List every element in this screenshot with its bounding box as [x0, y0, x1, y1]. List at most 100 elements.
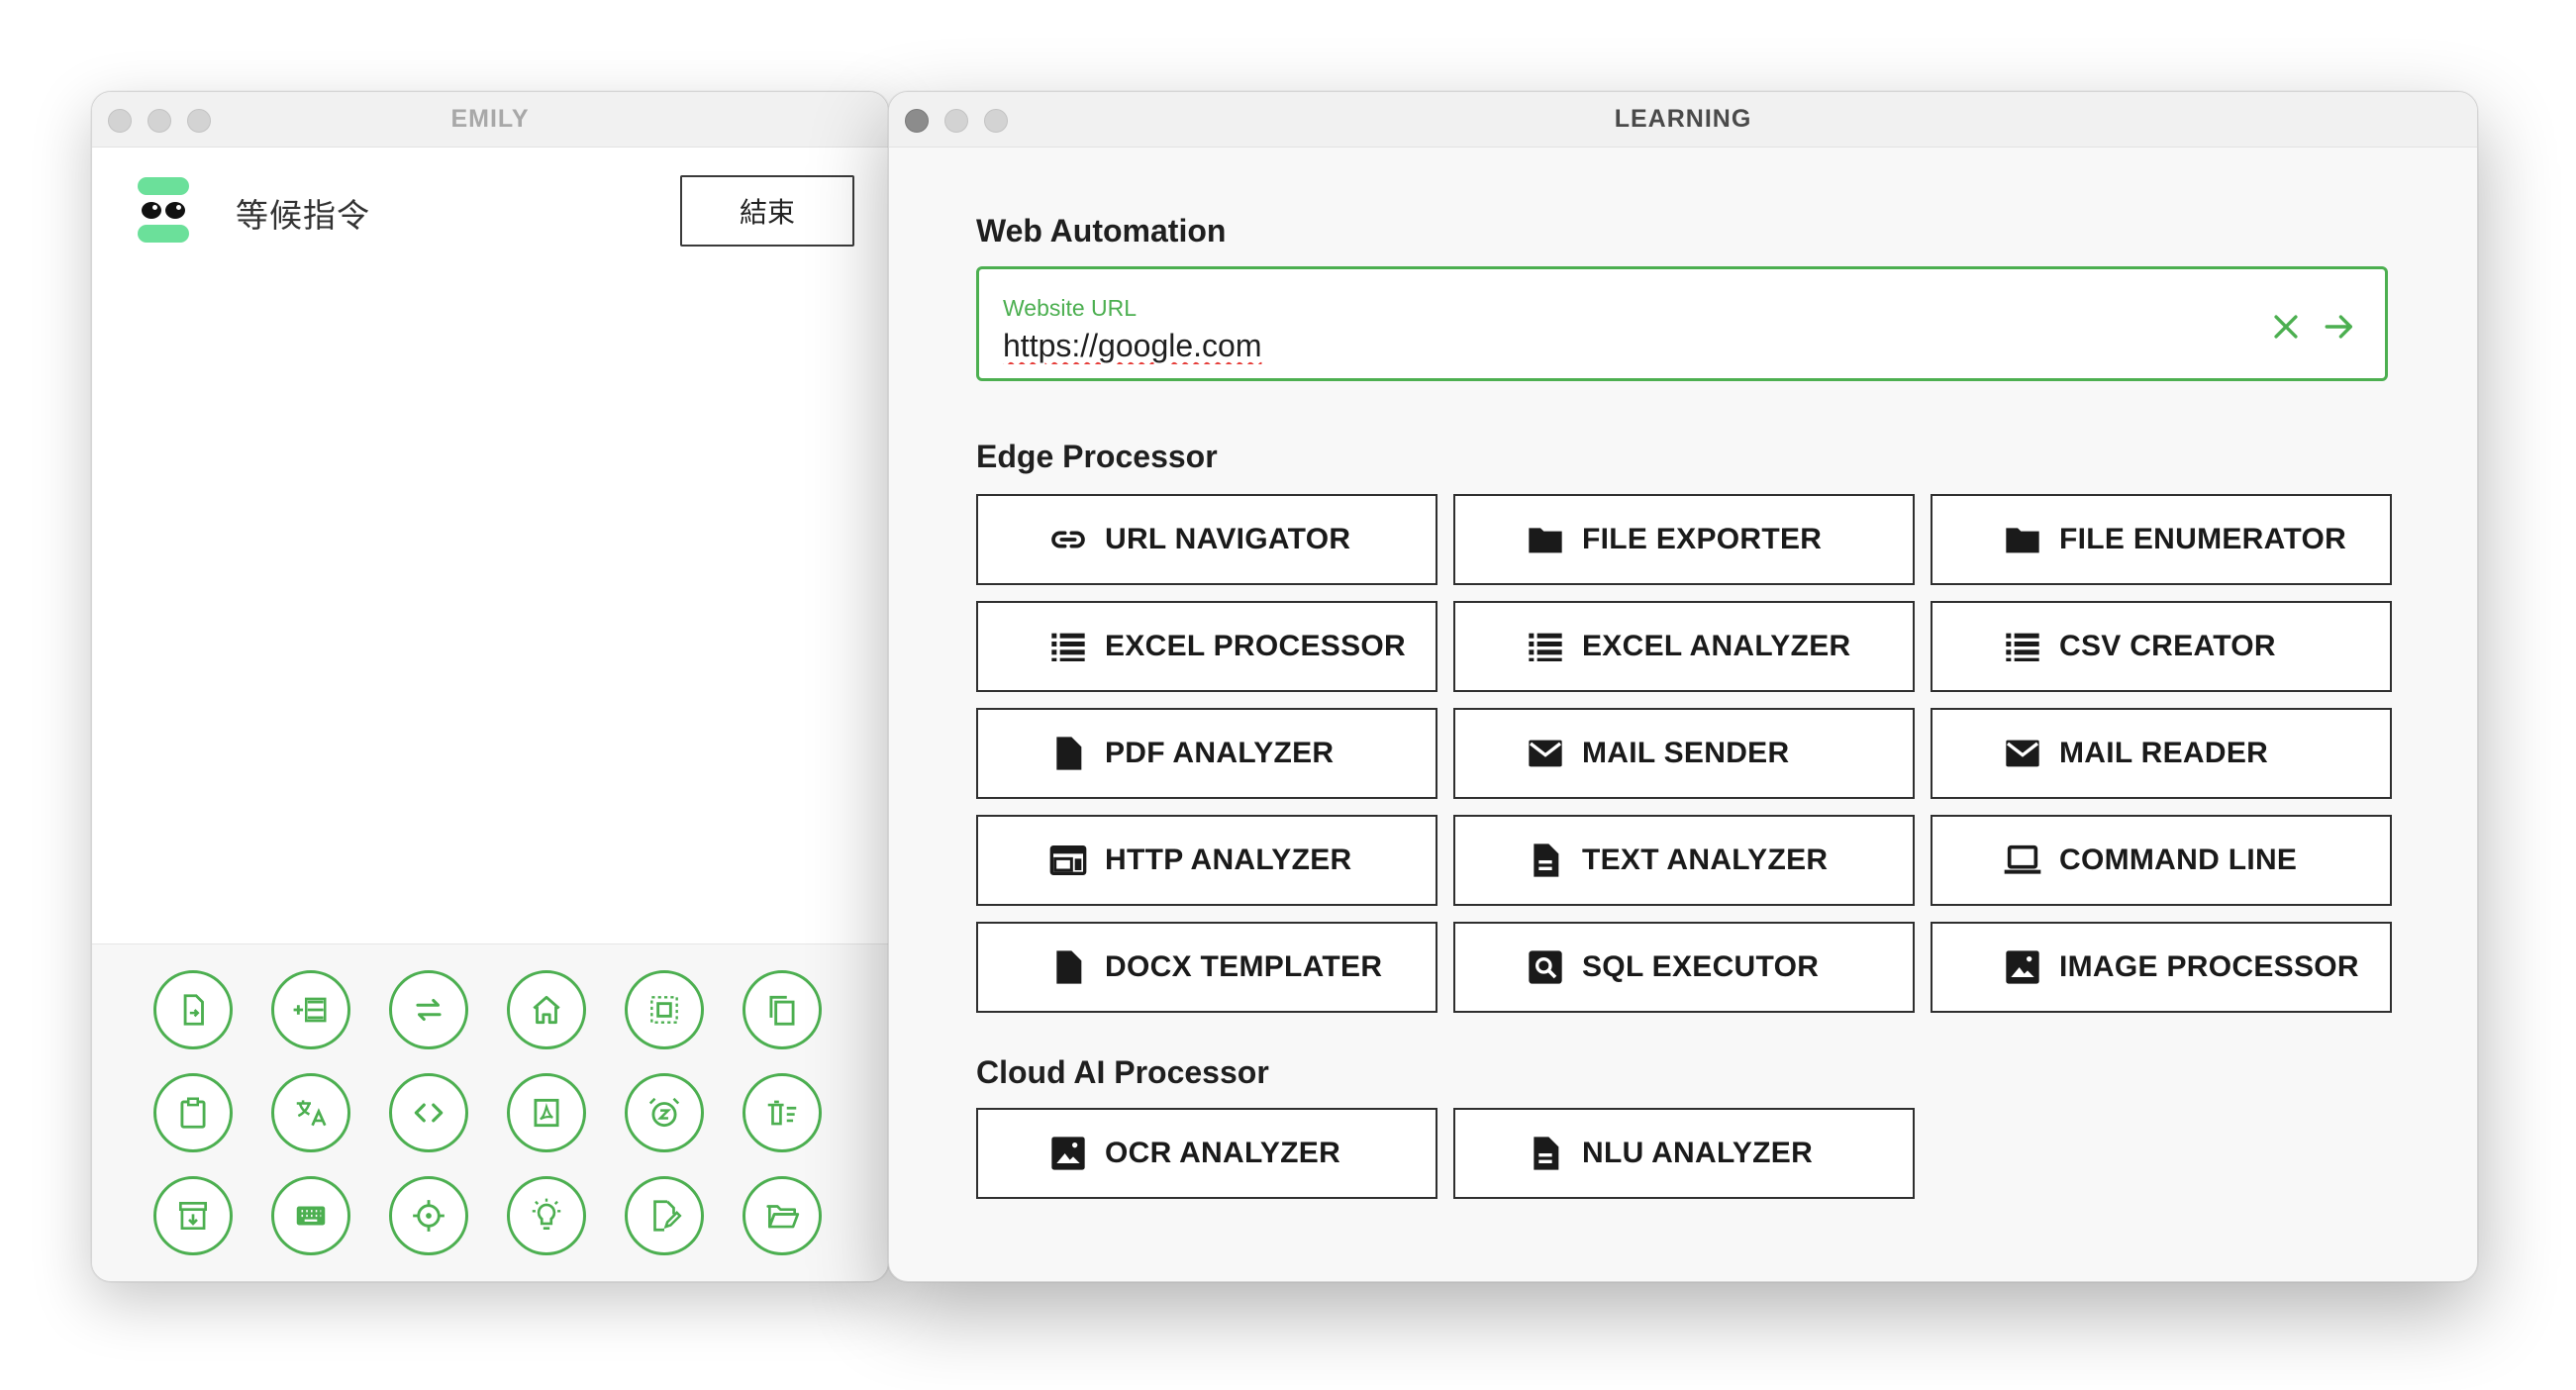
document-text-icon	[1525, 1133, 1566, 1174]
pdf-tool-button[interactable]	[507, 1073, 586, 1152]
delete-sweep-icon	[763, 1094, 801, 1132]
zoom-window-button[interactable]	[187, 109, 211, 133]
command-line-button[interactable]: COMMAND LINE	[1931, 815, 2392, 906]
folder-icon	[1525, 519, 1566, 560]
minimize-window-button[interactable]	[944, 109, 968, 133]
status-text: 等候指令	[236, 196, 370, 235]
button-label: EXCEL PROCESSOR	[1105, 630, 1407, 662]
button-label: OCR ANALYZER	[1105, 1137, 1341, 1169]
docx-templater-button[interactable]: DOCX TEMPLATER	[976, 922, 1437, 1013]
folder-icon	[2002, 519, 2043, 560]
clear-icon[interactable]	[2266, 307, 2306, 347]
arrow-right-icon[interactable]	[2320, 307, 2359, 347]
button-label: HTTP ANALYZER	[1105, 844, 1352, 876]
image-processor-button[interactable]: IMAGE PROCESSOR	[1931, 922, 2392, 1013]
button-label: IMAGE PROCESSOR	[2059, 950, 2359, 983]
learning-window: LEARNING Web Automation Website URL Edge…	[888, 91, 2478, 1282]
minimize-window-button[interactable]	[148, 109, 171, 133]
crosshair-icon	[410, 1197, 447, 1235]
ocr-analyzer-button[interactable]: OCR ANALYZER	[976, 1108, 1437, 1199]
url-navigator-button[interactable]: URL NAVIGATOR	[976, 494, 1437, 585]
excel-analyzer-button[interactable]: EXCEL ANALYZER	[1453, 601, 1915, 692]
search-box-icon	[1525, 946, 1566, 988]
emily-titlebar[interactable]: EMILY	[92, 92, 888, 148]
web-icon	[1047, 840, 1089, 881]
code-tool-button[interactable]	[389, 1073, 468, 1152]
excel-processor-button[interactable]: EXCEL PROCESSOR	[976, 601, 1437, 692]
button-label: EXCEL ANALYZER	[1582, 630, 1851, 662]
file-exporter-button[interactable]: FILE EXPORTER	[1453, 494, 1915, 585]
crosshair-tool-button[interactable]	[389, 1176, 468, 1255]
snooze-alarm-icon	[645, 1094, 683, 1132]
select-all-tool-button[interactable]	[625, 970, 704, 1049]
copy-icon	[763, 991, 801, 1029]
translate-icon	[292, 1094, 330, 1132]
list-add-tool-button[interactable]	[271, 970, 350, 1049]
website-url-field[interactable]: Website URL	[976, 266, 2388, 381]
delete-sweep-tool-button[interactable]	[743, 1073, 822, 1152]
cloud-ai-processor-heading: Cloud AI Processor	[976, 1054, 1269, 1090]
home-icon	[528, 991, 565, 1029]
website-url-input[interactable]	[1003, 325, 2191, 366]
window-title: EMILY	[450, 105, 530, 133]
window-title: LEARNING	[1614, 105, 1752, 133]
translate-tool-button[interactable]	[271, 1073, 350, 1152]
list-icon	[1047, 626, 1089, 667]
mail-sender-button[interactable]: MAIL SENDER	[1453, 708, 1915, 799]
clipboard-tool-button[interactable]	[153, 1073, 233, 1152]
csv-creator-button[interactable]: CSV CREATOR	[1931, 601, 2392, 692]
button-label: NLU ANALYZER	[1582, 1137, 1814, 1169]
end-button[interactable]: 結束	[680, 175, 854, 247]
button-label: PDF ANALYZER	[1105, 737, 1335, 769]
snooze-alarm-tool-button[interactable]	[625, 1073, 704, 1152]
http-analyzer-button[interactable]: HTTP ANALYZER	[976, 815, 1437, 906]
mail-reader-button[interactable]: MAIL READER	[1931, 708, 2392, 799]
emily-logo	[138, 177, 189, 243]
edit-document-tool-button[interactable]	[625, 1176, 704, 1255]
emily-window: EMILY 等候指令 結束	[91, 91, 889, 1282]
button-label: DOCX TEMPLATER	[1105, 950, 1383, 983]
button-label: MAIL READER	[2059, 737, 2269, 769]
home-tool-button[interactable]	[507, 970, 586, 1049]
tool-dock-grid	[153, 970, 822, 1255]
archive-icon	[174, 1197, 212, 1235]
button-label: FILE EXPORTER	[1582, 523, 1823, 555]
tool-dock	[92, 943, 888, 1281]
close-window-button[interactable]	[108, 109, 132, 133]
keyboard-icon	[292, 1197, 330, 1235]
zoom-window-button[interactable]	[984, 109, 1008, 133]
lightbulb-tool-button[interactable]	[507, 1176, 586, 1255]
button-label: MAIL SENDER	[1582, 737, 1790, 769]
edit-document-icon	[645, 1197, 683, 1235]
folder-open-tool-button[interactable]	[743, 1176, 822, 1255]
repeat-icon	[410, 991, 447, 1029]
traffic-lights	[108, 109, 211, 133]
list-icon	[1525, 626, 1566, 667]
button-label: COMMAND LINE	[2059, 844, 2298, 876]
file-icon	[1047, 733, 1089, 774]
repeat-tool-button[interactable]	[389, 970, 468, 1049]
pdf-analyzer-button[interactable]: PDF ANALYZER	[976, 708, 1437, 799]
file-icon	[1047, 946, 1089, 988]
sql-executor-button[interactable]: SQL EXECUTOR	[1453, 922, 1915, 1013]
mail-icon	[1525, 733, 1566, 774]
document-text-icon	[1525, 840, 1566, 881]
emily-content-area	[92, 266, 888, 1039]
file-export-tool-button[interactable]	[153, 970, 233, 1049]
button-label: TEXT ANALYZER	[1582, 844, 1829, 876]
button-label: SQL EXECUTOR	[1582, 950, 1820, 983]
emily-header: 等候指令 結束	[92, 148, 888, 266]
traffic-lights	[905, 109, 1008, 133]
copy-tool-button[interactable]	[743, 970, 822, 1049]
nlu-analyzer-button[interactable]: NLU ANALYZER	[1453, 1108, 1915, 1199]
button-label: CSV CREATOR	[2059, 630, 2276, 662]
file-enumerator-button[interactable]: FILE ENUMERATOR	[1931, 494, 2392, 585]
archive-tool-button[interactable]	[153, 1176, 233, 1255]
lightbulb-icon	[528, 1197, 565, 1235]
image-icon	[1047, 1133, 1089, 1174]
text-analyzer-button[interactable]: TEXT ANALYZER	[1453, 815, 1915, 906]
learning-titlebar[interactable]: LEARNING	[889, 92, 2477, 148]
pdf-icon	[528, 1094, 565, 1132]
close-window-button[interactable]	[905, 109, 929, 133]
keyboard-tool-button[interactable]	[271, 1176, 350, 1255]
